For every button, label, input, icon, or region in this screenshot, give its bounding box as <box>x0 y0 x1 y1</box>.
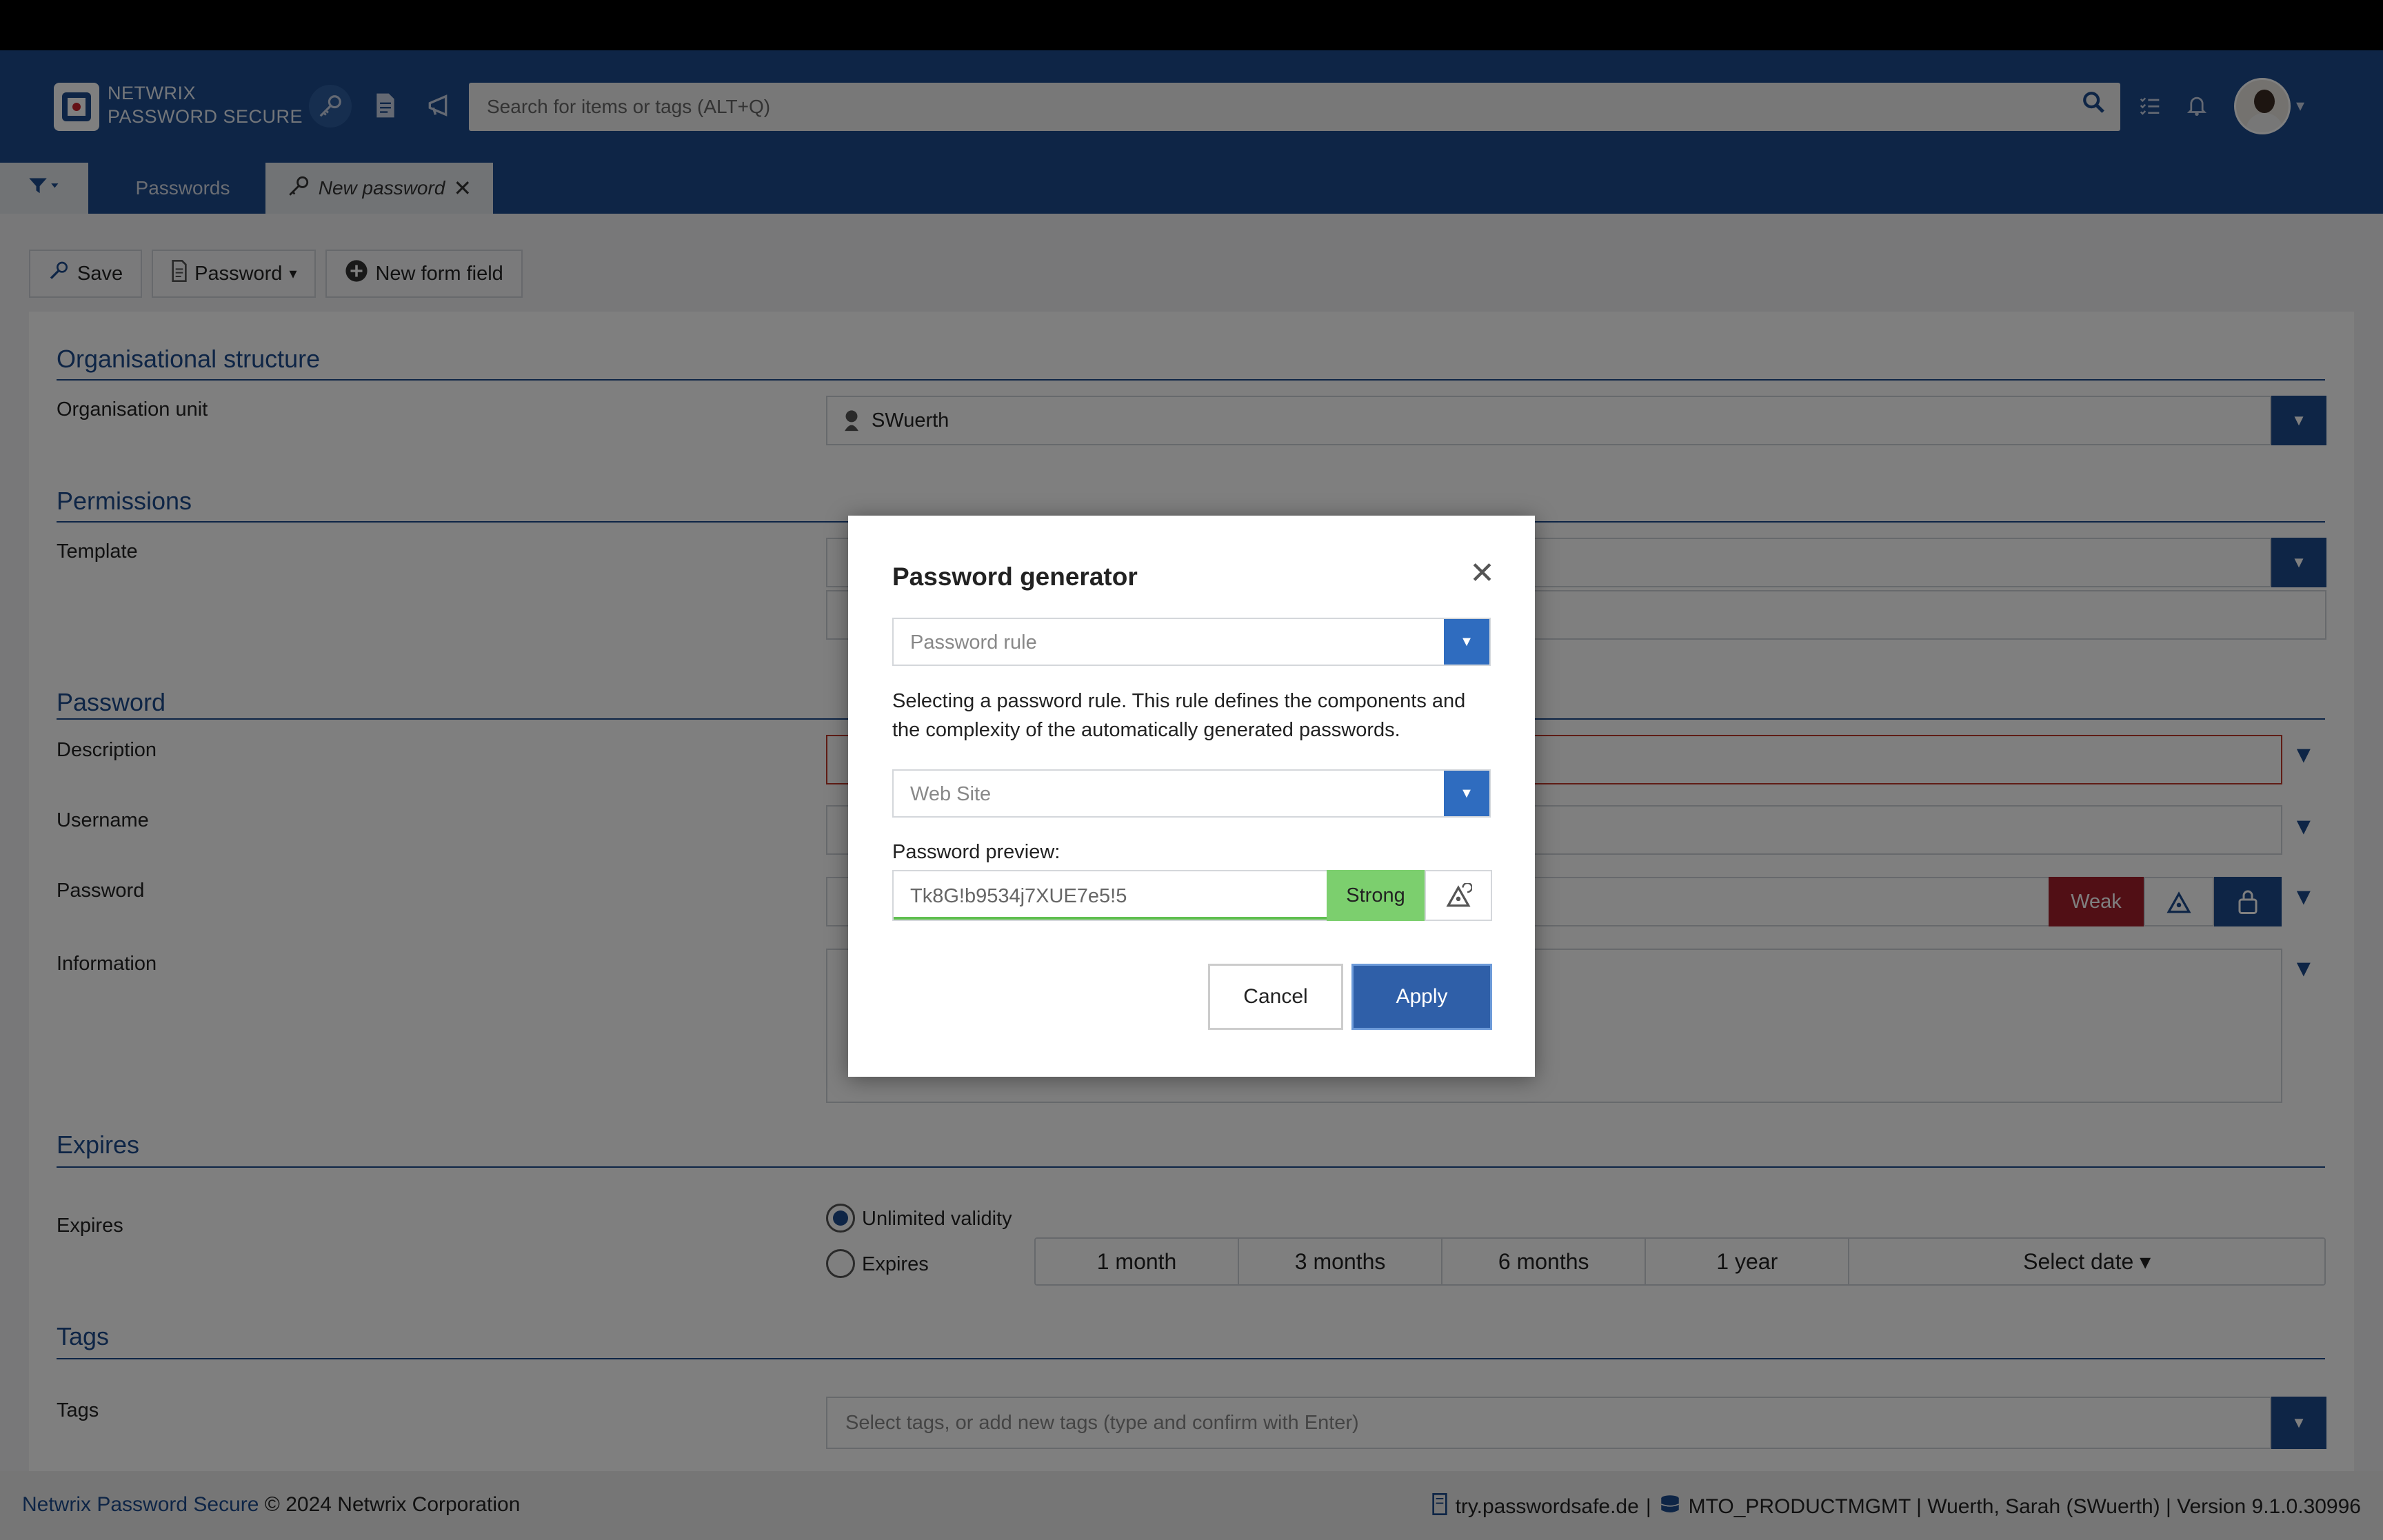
password-generator-dialog: Password generator ✕ Password rule ▼ Sel… <box>848 516 1535 1077</box>
password-preview-label: Password preview: <box>892 841 1060 863</box>
password-preview-value: Tk8G!b9534j7XUE7e5!5 <box>910 885 1127 907</box>
chevron-down-icon[interactable]: ▼ <box>1444 771 1489 816</box>
apply-button[interactable]: Apply <box>1351 964 1492 1030</box>
password-strength-badge: Strong <box>1327 870 1425 921</box>
cancel-button[interactable]: Cancel <box>1208 964 1343 1030</box>
password-preview-input[interactable]: Tk8G!b9534j7XUE7e5!5 <box>892 870 1327 921</box>
password-rule-select[interactable]: Password rule ▼ <box>892 618 1491 666</box>
password-preview-row: Tk8G!b9534j7XUE7e5!5 Strong <box>892 870 1492 921</box>
close-icon[interactable]: ✕ <box>1469 556 1495 591</box>
top-black-bar <box>0 0 2383 50</box>
password-rule-description: Selecting a password rule. This rule def… <box>892 690 1466 741</box>
form-type-placeholder: Web Site <box>910 783 992 805</box>
password-rule-placeholder: Password rule <box>910 631 1037 654</box>
dialog-title: Password generator <box>892 563 1138 591</box>
strength-bar <box>894 917 1327 920</box>
chevron-down-icon[interactable]: ▼ <box>1444 619 1489 665</box>
form-type-select[interactable]: Web Site ▼ <box>892 769 1491 818</box>
regenerate-password-icon[interactable] <box>1425 870 1492 921</box>
